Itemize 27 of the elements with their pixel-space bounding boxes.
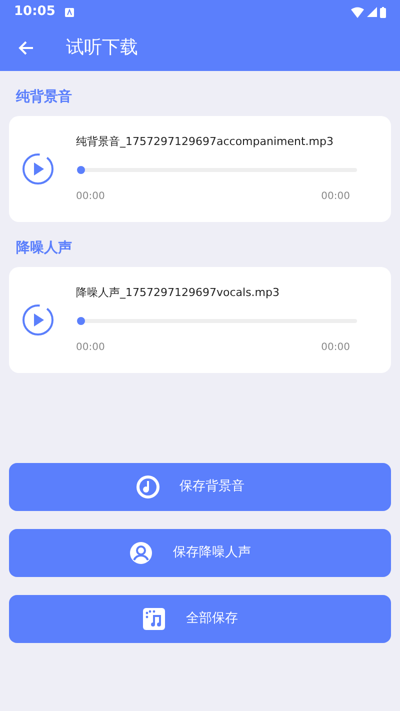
slider-thumb[interactable] <box>77 166 85 174</box>
music-disc-icon <box>136 475 160 499</box>
play-icon <box>22 304 54 336</box>
total-duration: 00:00 <box>321 190 350 204</box>
save-button[interactable]: 全部保存 <box>9 595 391 643</box>
file-name: 降噪人声_1757297129697vocals.mp3 <box>76 284 280 301</box>
play-icon <box>22 153 54 185</box>
signal-icon <box>367 7 377 17</box>
notification-icon <box>65 8 74 16</box>
wifi-icon <box>351 6 364 18</box>
elapsed-time: 00:00 <box>76 190 105 204</box>
total-duration: 00:00 <box>321 341 350 356</box>
play-button[interactable] <box>22 153 54 185</box>
page-title: 试听下载 <box>66 36 138 60</box>
music-note-icon <box>142 607 166 631</box>
save-button[interactable]: 保存背景音 <box>9 463 391 511</box>
section-title: 降噪人声 <box>16 239 73 258</box>
file-name: 纯背景音_1757297129697accompaniment.mp3 <box>76 134 334 150</box>
battery-icon <box>380 6 386 18</box>
play-button[interactable] <box>22 304 54 336</box>
elapsed-time: 00:00 <box>76 341 105 356</box>
slider-thumb[interactable] <box>77 317 85 326</box>
status-time: 10:05 <box>14 3 56 22</box>
back-arrow-icon <box>18 40 34 56</box>
section-title: 纯背景音 <box>16 88 73 107</box>
save-button[interactable]: 保存降噪人声 <box>9 529 391 577</box>
user-icon <box>129 541 153 565</box>
